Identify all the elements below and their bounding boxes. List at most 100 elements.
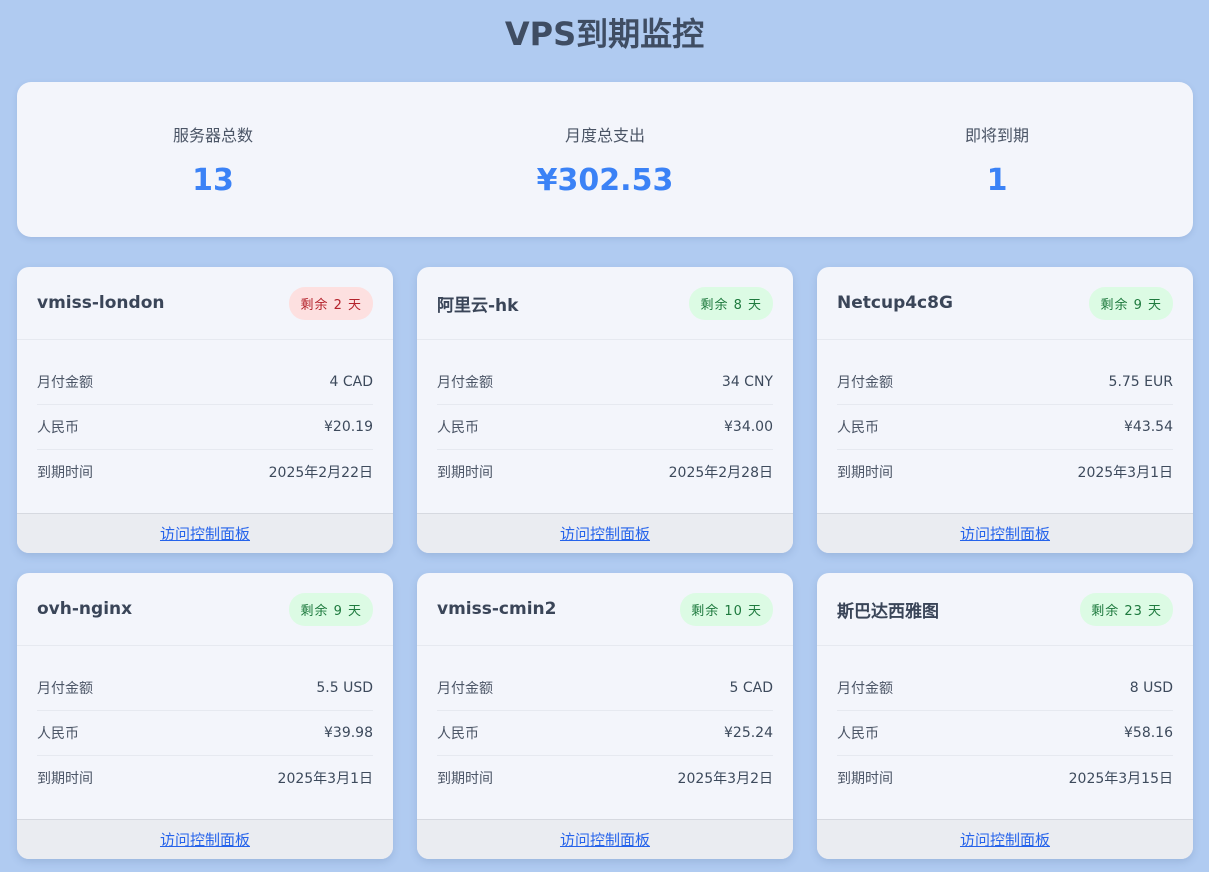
monthly-row: 月付金额 4 CAD <box>37 360 373 405</box>
card-body: 月付金额 5.75 EUR 人民币 ¥43.54 到期时间 2025年3月1日 <box>817 340 1193 513</box>
row-label: 月付金额 <box>837 681 893 697</box>
row-label: 人民币 <box>837 726 879 742</box>
monthly-value: 5.5 USD <box>316 680 373 696</box>
stat-monthly-total: 月度总支出 ¥302.53 <box>409 82 801 237</box>
card-header: 斯巴达西雅图 剩余 23 天 <box>817 573 1193 646</box>
expiry-value: 2025年3月1日 <box>277 771 373 787</box>
expiry-row: 到期时间 2025年3月1日 <box>37 756 373 800</box>
stat-label: 服务器总数 <box>172 126 253 145</box>
card-body: 月付金额 5 CAD 人民币 ¥25.24 到期时间 2025年3月2日 <box>417 646 793 819</box>
server-name: 阿里云-hk <box>437 295 519 316</box>
server-card: vmiss-cmin2 剩余 10 天 月付金额 5 CAD 人民币 ¥25.2… <box>417 573 793 859</box>
row-label: 人民币 <box>837 420 879 436</box>
rmb-value: ¥20.19 <box>324 419 373 435</box>
server-card: 阿里云-hk 剩余 8 天 月付金额 34 CNY 人民币 ¥34.00 到期时… <box>417 267 793 553</box>
stat-value: ¥302.53 <box>536 163 674 198</box>
row-label: 月付金额 <box>437 681 493 697</box>
card-body: 月付金额 5.5 USD 人民币 ¥39.98 到期时间 2025年3月1日 <box>17 646 393 819</box>
stat-value: 1 <box>986 163 1008 198</box>
card-body: 月付金额 8 USD 人民币 ¥58.16 到期时间 2025年3月15日 <box>817 646 1193 819</box>
row-label: 到期时间 <box>837 465 893 481</box>
rmb-row: 人民币 ¥39.98 <box>37 711 373 756</box>
rmb-row: 人民币 ¥25.24 <box>437 711 773 756</box>
stat-value: 13 <box>192 163 234 198</box>
expiry-row: 到期时间 2025年3月1日 <box>837 450 1173 494</box>
row-label: 人民币 <box>437 420 479 436</box>
card-header: vmiss-london 剩余 2 天 <box>17 267 393 340</box>
rmb-value: ¥25.24 <box>724 725 773 741</box>
days-remaining-badge: 剩余 10 天 <box>680 592 773 626</box>
stat-expiring: 即将到期 1 <box>801 82 1193 237</box>
rmb-value: ¥39.98 <box>324 725 373 741</box>
row-label: 到期时间 <box>37 465 93 481</box>
monthly-value: 5 CAD <box>729 680 774 696</box>
monthly-value: 34 CNY <box>721 374 773 390</box>
row-label: 人民币 <box>437 726 479 742</box>
rmb-row: 人民币 ¥34.00 <box>437 405 773 450</box>
server-card: vmiss-london 剩余 2 天 月付金额 4 CAD 人民币 ¥20.1… <box>17 267 393 553</box>
control-panel-link[interactable]: 访问控制面板 <box>560 523 650 544</box>
card-header: Netcup4c8G 剩余 9 天 <box>817 267 1193 340</box>
row-label: 到期时间 <box>37 771 93 787</box>
card-body: 月付金额 4 CAD 人民币 ¥20.19 到期时间 2025年2月22日 <box>17 340 393 513</box>
row-label: 人民币 <box>37 420 79 436</box>
expiry-value: 2025年3月15日 <box>1068 771 1173 787</box>
row-label: 月付金额 <box>37 681 93 697</box>
expiry-value: 2025年2月28日 <box>668 465 773 481</box>
monthly-value: 8 USD <box>1129 680 1173 696</box>
monthly-value: 4 CAD <box>329 374 374 390</box>
stat-label: 即将到期 <box>964 126 1029 145</box>
monthly-value: 5.75 EUR <box>1108 374 1173 390</box>
page-title: VPS到期监控 <box>504 15 705 53</box>
server-name: 斯巴达西雅图 <box>837 601 939 622</box>
monthly-row: 月付金额 34 CNY <box>437 360 773 405</box>
row-label: 月付金额 <box>37 375 93 391</box>
expiry-value: 2025年3月2日 <box>677 771 773 787</box>
expiry-row: 到期时间 2025年2月22日 <box>37 450 373 494</box>
rmb-row: 人民币 ¥20.19 <box>37 405 373 450</box>
row-label: 月付金额 <box>837 375 893 391</box>
days-remaining-badge: 剩余 9 天 <box>289 592 373 626</box>
days-remaining-badge: 剩余 9 天 <box>1089 286 1173 320</box>
control-panel-link[interactable]: 访问控制面板 <box>560 829 650 850</box>
monthly-row: 月付金额 5.75 EUR <box>837 360 1173 405</box>
expiry-value: 2025年2月22日 <box>268 465 373 481</box>
rmb-row: 人民币 ¥58.16 <box>837 711 1173 756</box>
server-card: ovh-nginx 剩余 9 天 月付金额 5.5 USD 人民币 ¥39.98… <box>17 573 393 859</box>
server-grid: vmiss-london 剩余 2 天 月付金额 4 CAD 人民币 ¥20.1… <box>17 267 1193 859</box>
stat-server-count: 服务器总数 13 <box>17 82 409 237</box>
card-body: 月付金额 34 CNY 人民币 ¥34.00 到期时间 2025年2月28日 <box>417 340 793 513</box>
card-header: ovh-nginx 剩余 9 天 <box>17 573 393 646</box>
days-remaining-badge: 剩余 8 天 <box>689 286 773 320</box>
rmb-value: ¥43.54 <box>1124 419 1173 435</box>
card-footer: 访问控制面板 <box>17 819 393 859</box>
monthly-row: 月付金额 5.5 USD <box>37 666 373 711</box>
card-footer: 访问控制面板 <box>817 819 1193 859</box>
server-name: Netcup4c8G <box>837 293 953 313</box>
control-panel-link[interactable]: 访问控制面板 <box>160 523 250 544</box>
monthly-row: 月付金额 8 USD <box>837 666 1173 711</box>
row-label: 到期时间 <box>437 771 493 787</box>
control-panel-link[interactable]: 访问控制面板 <box>160 829 250 850</box>
server-name: ovh-nginx <box>37 599 133 619</box>
expiry-row: 到期时间 2025年3月2日 <box>437 756 773 800</box>
expiry-row: 到期时间 2025年2月28日 <box>437 450 773 494</box>
expiry-row: 到期时间 2025年3月15日 <box>837 756 1173 800</box>
rmb-value: ¥34.00 <box>724 419 773 435</box>
server-card: 斯巴达西雅图 剩余 23 天 月付金额 8 USD 人民币 ¥58.16 到期时… <box>817 573 1193 859</box>
row-label: 人民币 <box>37 726 79 742</box>
control-panel-link[interactable]: 访问控制面板 <box>960 829 1050 850</box>
control-panel-link[interactable]: 访问控制面板 <box>960 523 1050 544</box>
stat-label: 月度总支出 <box>564 126 645 145</box>
card-header: 阿里云-hk 剩余 8 天 <box>417 267 793 340</box>
row-label: 到期时间 <box>437 465 493 481</box>
card-footer: 访问控制面板 <box>817 513 1193 553</box>
card-footer: 访问控制面板 <box>417 513 793 553</box>
card-footer: 访问控制面板 <box>17 513 393 553</box>
rmb-value: ¥58.16 <box>1124 725 1173 741</box>
days-remaining-badge: 剩余 23 天 <box>1080 592 1173 626</box>
expiry-value: 2025年3月1日 <box>1077 465 1173 481</box>
stats-panel: 服务器总数 13 月度总支出 ¥302.53 即将到期 1 <box>17 82 1193 237</box>
row-label: 月付金额 <box>437 375 493 391</box>
rmb-row: 人民币 ¥43.54 <box>837 405 1173 450</box>
